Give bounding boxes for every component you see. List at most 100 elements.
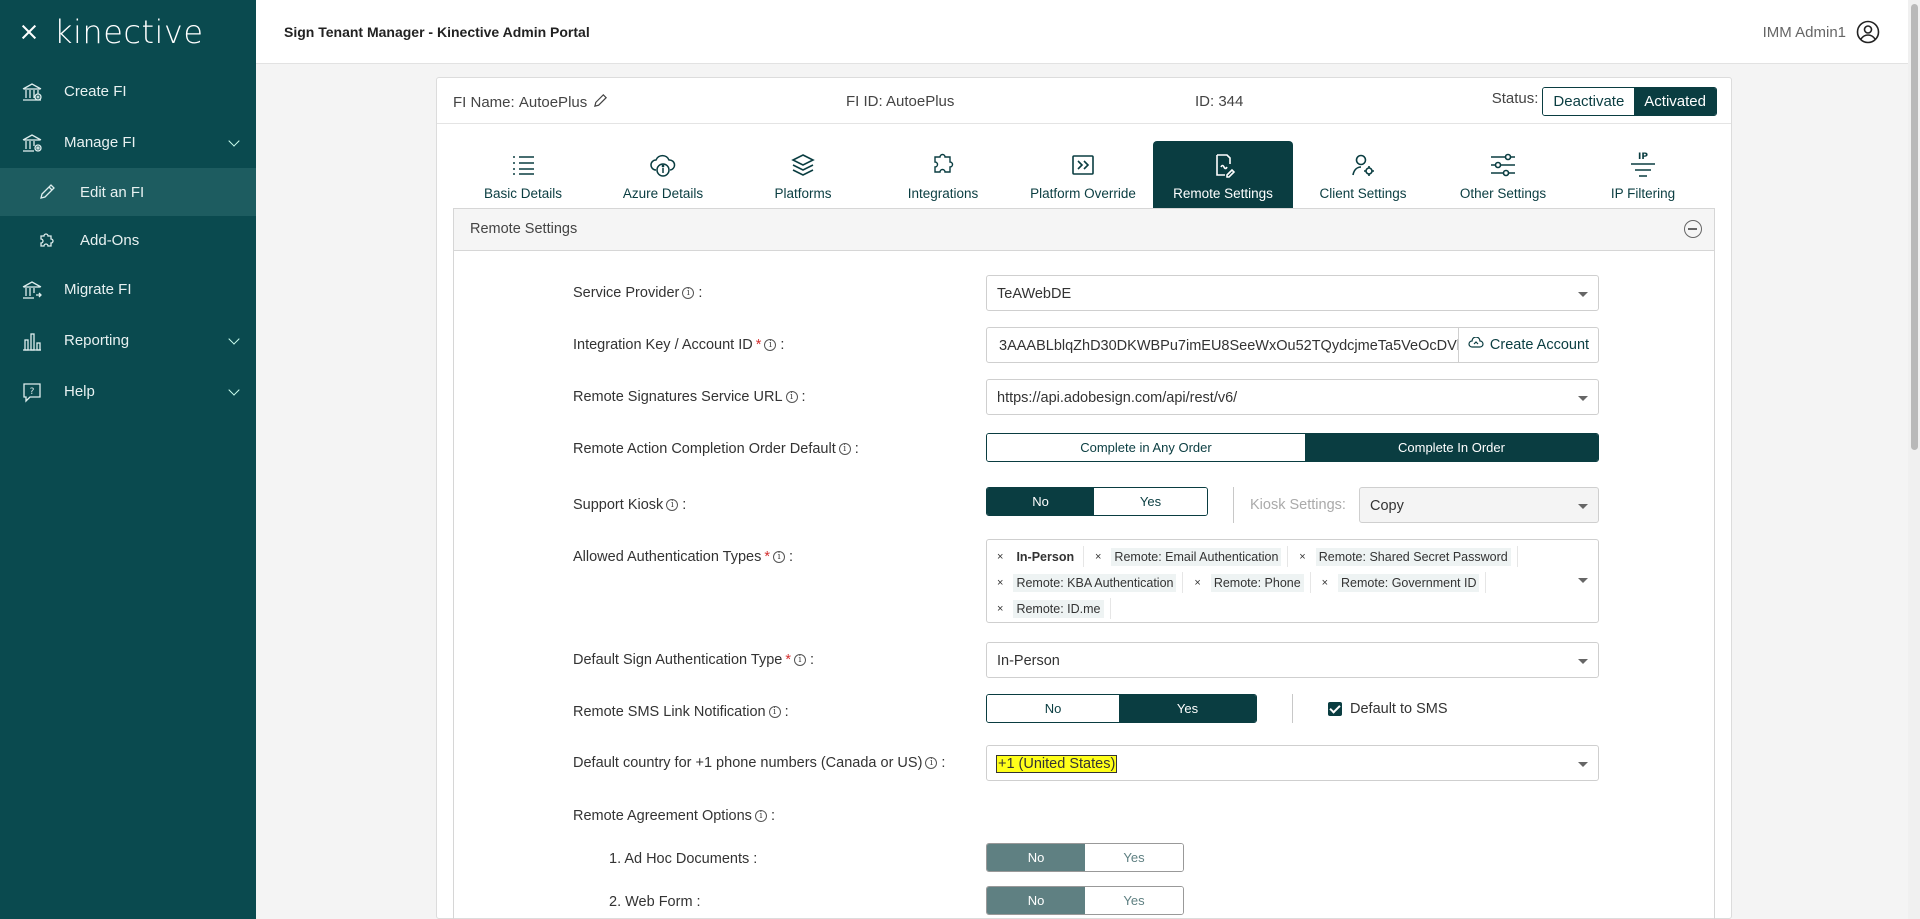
tab-label: Client Settings [1319, 186, 1407, 201]
checkbox-checked-icon[interactable] [1328, 702, 1342, 716]
info-icon[interactable]: i [666, 499, 679, 511]
integration-key-input[interactable]: 3AAABLblqZhD30DKWBPu7imEU8SeeWxOu52TQydc… [986, 327, 1459, 363]
user-avatar-icon[interactable] [1856, 20, 1880, 44]
ip-filter-icon: IP [1628, 150, 1658, 180]
tab-azure-details[interactable]: Azure Details [593, 141, 733, 209]
info-icon[interactable]: i [838, 443, 851, 455]
remove-tag-icon[interactable]: × [993, 603, 1007, 615]
remove-tag-icon[interactable]: × [993, 577, 1007, 589]
button-label: Create Account [1489, 337, 1590, 353]
info-icon[interactable]: i [768, 706, 781, 718]
kiosk-settings-select[interactable]: Copy [1359, 487, 1599, 523]
tab-platforms[interactable]: Platforms [733, 141, 873, 209]
label-text: Remote Signatures Service URL [573, 389, 783, 405]
tab-platform-override[interactable]: Platform Override [1013, 141, 1153, 209]
sidebar-item-migrate-fi[interactable]: Migrate FI [0, 264, 256, 315]
remove-tag-icon[interactable]: × [1318, 577, 1332, 589]
record-id: ID: 344 [1195, 93, 1244, 110]
kiosk-no-option[interactable]: No [987, 488, 1095, 515]
info-icon[interactable]: i [925, 757, 938, 769]
collapse-icon[interactable] [1684, 220, 1702, 238]
page-title: Sign Tenant Manager - Kinective Admin Po… [284, 23, 590, 40]
adhoc-no-option[interactable]: No [987, 844, 1085, 871]
pencil-icon [36, 181, 58, 203]
deactivate-button[interactable]: Deactivate [1543, 88, 1635, 115]
sms-no-option[interactable]: No [987, 695, 1120, 722]
auth-tag: × Remote: KBA Authentication [993, 572, 1184, 593]
tab-remote-settings[interactable]: Remote Settings [1153, 141, 1293, 209]
service-url-select[interactable]: https://api.adobesign.com/api/rest/v6/ [986, 379, 1599, 415]
sidebar-item-label: Migrate FI [64, 281, 132, 298]
page-scrollbar[interactable] [1908, 0, 1920, 919]
auth-tag: × Remote: Government ID [1317, 572, 1487, 593]
sms-yes-option[interactable]: Yes [1119, 695, 1256, 722]
default-to-sms-checkbox[interactable]: Default to SMS [1328, 701, 1448, 717]
top-bar: Sign Tenant Manager - Kinective Admin Po… [256, 0, 1920, 64]
tab-label: Integrations [907, 186, 979, 201]
info-icon[interactable]: i [764, 339, 777, 351]
tab-other-settings[interactable]: Other Settings [1433, 141, 1573, 209]
chevron-down-icon[interactable] [228, 135, 240, 147]
sidebar-item-add-ons[interactable]: Add-Ons [0, 216, 256, 264]
info-icon[interactable]: i [793, 654, 806, 666]
default-auth-select[interactable]: In-Person [986, 642, 1599, 678]
default-country-select[interactable]: +1 (United States) [986, 745, 1599, 781]
tab-label: Platforms [774, 186, 832, 201]
label-text: Allowed Authentication Types [573, 549, 762, 565]
fi-info-bar: FI Name: AutoePlus FI ID: AutoePlus ID: … [437, 78, 1731, 124]
tag-label: Remote: Email Authentication [1111, 547, 1282, 566]
edit-icon[interactable] [593, 93, 608, 112]
user-menu[interactable]: IMM Admin1 [1763, 20, 1880, 44]
label-text: Remote SMS Link Notification [573, 704, 766, 720]
kiosk-yes-option[interactable]: Yes [1094, 488, 1207, 515]
tag-label: Remote: ID.me [1013, 599, 1104, 618]
remove-tag-icon[interactable]: × [993, 551, 1007, 563]
tab-client-settings[interactable]: Client Settings [1293, 141, 1433, 209]
sidebar-item-reporting[interactable]: Reporting [0, 315, 256, 366]
bank-migrate-icon [20, 278, 44, 302]
bank-settings-icon [20, 131, 44, 155]
complete-in-order-option[interactable]: Complete In Order [1304, 434, 1598, 461]
remove-tag-icon[interactable]: × [1190, 577, 1204, 589]
tab-basic-details[interactable]: Basic Details [453, 141, 593, 209]
label-text: Remote Action Completion Order Default [573, 441, 836, 457]
remove-tag-icon[interactable]: × [1295, 551, 1309, 563]
sidebar-item-label: Help [64, 383, 95, 400]
sidebar-header: kinective [0, 0, 256, 64]
auth-types-multiselect[interactable]: × In-Person × Remote: Email Authentication… [986, 539, 1599, 623]
sidebar-item-manage-fi[interactable]: Manage FI [0, 117, 256, 168]
complete-any-order-option[interactable]: Complete in Any Order [987, 434, 1305, 461]
info-icon[interactable]: i [785, 391, 798, 403]
tag-label: Remote: Shared Secret Password [1315, 547, 1511, 566]
webform-no-option[interactable]: No [987, 887, 1085, 914]
info-icon[interactable]: i [773, 551, 786, 563]
create-account-button[interactable]: Create Account [1459, 327, 1599, 363]
tag-label: In-Person [1013, 547, 1078, 566]
chevron-down-icon[interactable] [228, 384, 240, 396]
service-provider-select[interactable]: TeAWebDE [986, 275, 1599, 311]
tab-label: IP Filtering [1610, 186, 1676, 201]
tab-label: Other Settings [1459, 186, 1547, 201]
scrollbar-thumb[interactable] [1911, 4, 1918, 450]
sidebar-item-create-fi[interactable]: Create FI [0, 66, 256, 117]
auth-tag: × In-Person [993, 546, 1085, 567]
close-icon[interactable] [20, 23, 38, 41]
sidebar-item-edit-fi[interactable]: Edit an FI [0, 168, 256, 216]
status-label: Status: [1491, 90, 1539, 107]
tab-integrations[interactable]: Integrations [873, 141, 1013, 209]
integration-key-label: Integration Key / Account ID * i: [573, 337, 785, 353]
remove-tag-icon[interactable]: × [1091, 551, 1105, 563]
info-icon[interactable]: i [682, 287, 695, 299]
adhoc-yes-option[interactable]: Yes [1085, 844, 1183, 871]
info-icon[interactable]: i [754, 810, 767, 822]
support-kiosk-label: Support Kiosk i: [573, 497, 687, 513]
sidebar-item-label: Manage FI [64, 134, 136, 151]
user-name: IMM Admin1 [1762, 23, 1846, 41]
adhoc-label: 1. Ad Hoc Documents : [609, 851, 758, 867]
sidebar-item-help[interactable]: ? Help [0, 366, 256, 417]
tab-ip-filtering[interactable]: IP IP Filtering [1573, 141, 1713, 209]
webform-yes-option[interactable]: Yes [1085, 887, 1183, 914]
label-text: Support Kiosk [573, 497, 664, 513]
chevron-down-icon[interactable] [228, 333, 240, 345]
activated-button[interactable]: Activated [1634, 88, 1716, 115]
